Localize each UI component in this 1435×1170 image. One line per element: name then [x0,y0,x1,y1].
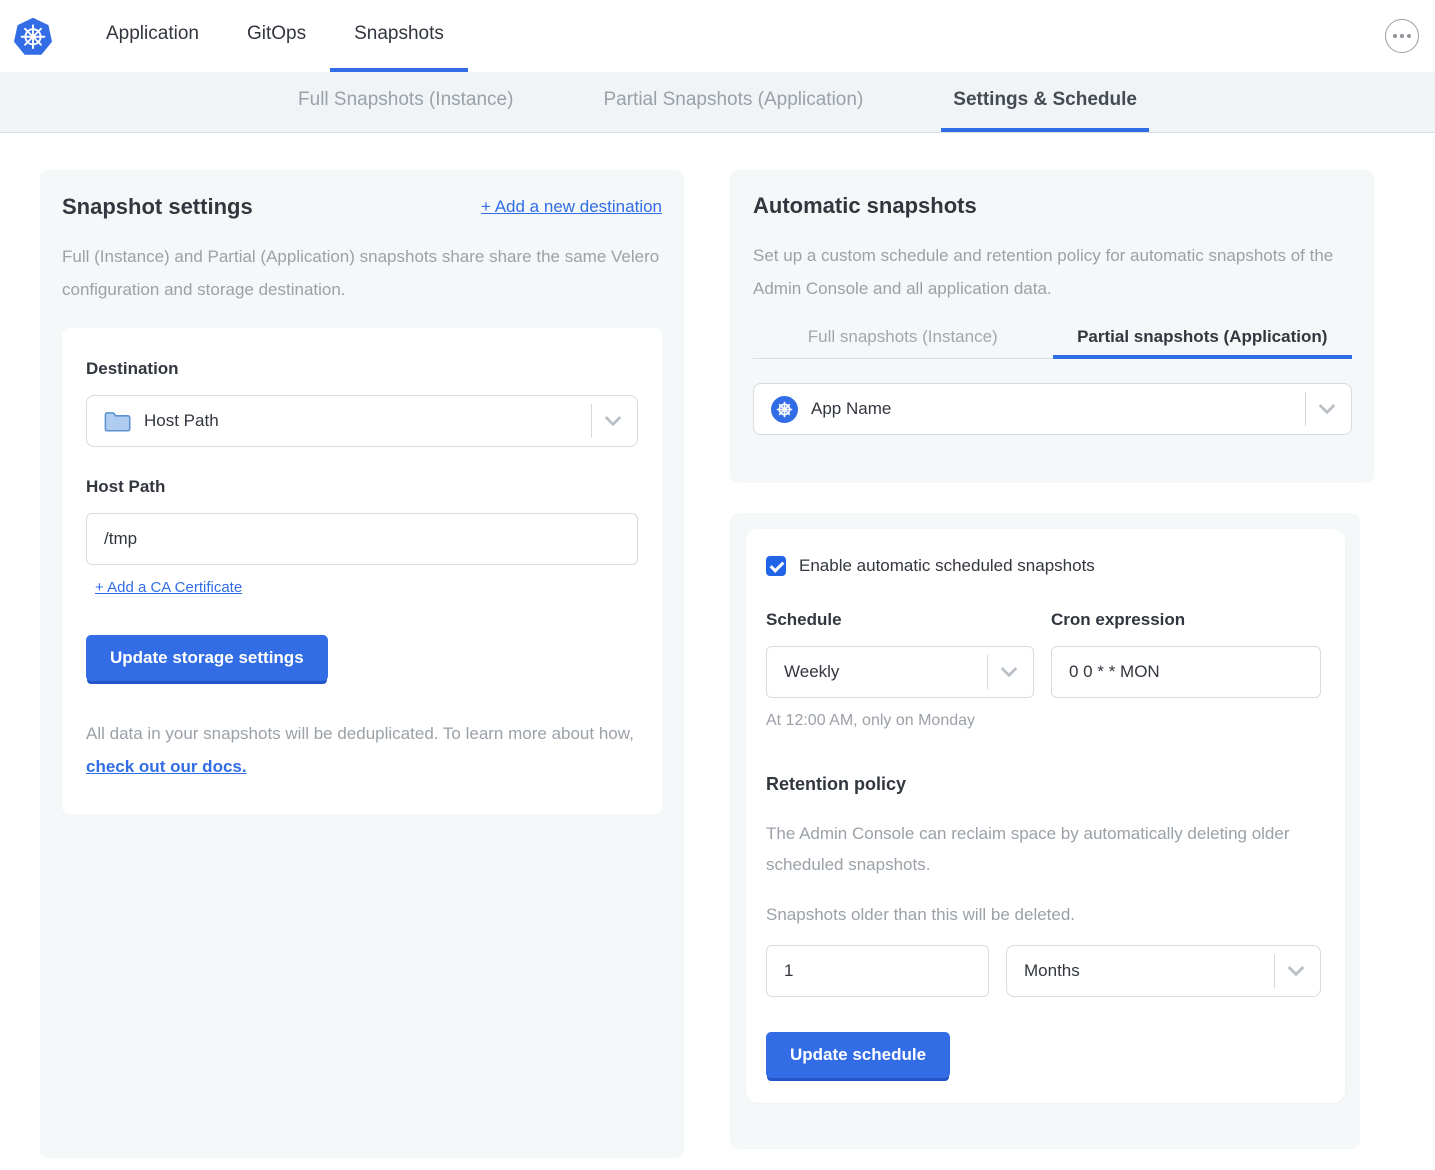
chevron-down-icon [605,410,622,427]
tab-partial-snapshots[interactable]: Partial Snapshots (Application) [591,72,875,132]
schedule-outer-card: Enable automatic scheduled snapshots Sch… [730,513,1360,1149]
top-nav: Application GitOps Snapshots [82,0,468,72]
snapshot-settings-title: Snapshot settings [62,194,253,220]
schedule-panel: Enable automatic scheduled snapshots Sch… [746,529,1345,1103]
automatic-snapshots-title: Automatic snapshots [753,193,1352,219]
enable-snapshots-label[interactable]: Enable automatic scheduled snapshots [799,556,1095,576]
chevron-down-icon [1288,960,1305,977]
retention-hint: Snapshots older than this will be delete… [766,905,1322,925]
retention-unit-select[interactable]: Months [1006,945,1321,997]
cron-readable-text: At 12:00 AM, only on Monday [766,712,1322,730]
main-content: Snapshot settings + Add a new destinatio… [0,133,1435,1158]
app-select[interactable]: App Name [753,383,1352,435]
tab-full-snapshots-instance[interactable]: Full snapshots (Instance) [753,327,1053,359]
kubernetes-app-icon [771,396,798,423]
nav-snapshots[interactable]: Snapshots [330,0,468,72]
update-storage-settings-button[interactable]: Update storage settings [86,635,328,681]
destination-select[interactable]: Host Path [86,395,638,447]
retention-policy-title: Retention policy [766,774,1322,795]
enable-snapshots-checkbox[interactable] [766,556,786,576]
top-header: Application GitOps Snapshots [0,0,1435,72]
add-new-destination-link[interactable]: + Add a new destination [481,197,662,217]
snapshot-settings-description: Full (Instance) and Partial (Application… [62,240,662,306]
dedupe-note: All data in your snapshots will be dedup… [86,717,638,783]
app-select-value: App Name [811,399,891,419]
tab-settings-schedule[interactable]: Settings & Schedule [941,72,1149,132]
nav-application[interactable]: Application [82,0,223,72]
select-divider [987,655,988,689]
cron-expression-input[interactable] [1051,646,1321,698]
tab-full-snapshots[interactable]: Full Snapshots (Instance) [286,72,525,132]
ellipsis-icon [1393,34,1397,38]
add-ca-certificate-link[interactable]: + Add a CA Certificate [95,579,242,596]
retention-count-input[interactable] [766,945,989,997]
kubernetes-logo [14,17,52,55]
schedule-label: Schedule [766,610,1034,630]
folder-icon [104,410,131,432]
docs-link[interactable]: check out our docs. [86,757,247,776]
select-divider [1305,392,1306,426]
storage-settings-panel: Destination Host Path Host Path + Add a … [62,328,662,813]
snapshot-settings-card: Snapshot settings + Add a new destinatio… [40,170,684,1158]
nav-gitops[interactable]: GitOps [223,0,330,72]
more-menu-button[interactable] [1385,19,1419,53]
chevron-down-icon [1001,661,1018,678]
select-divider [1274,954,1275,988]
automatic-snapshots-description: Set up a custom schedule and retention p… [753,239,1352,305]
cron-expression-label: Cron expression [1051,610,1321,630]
host-path-label: Host Path [86,477,638,497]
host-path-input[interactable] [86,513,638,565]
retention-policy-description: The Admin Console can reclaim space by a… [766,819,1322,880]
select-divider [591,404,592,438]
schedule-interval-value: Weekly [784,662,839,682]
schedule-interval-select[interactable]: Weekly [766,646,1034,698]
snapshot-type-tabs: Full snapshots (Instance) Partial snapsh… [753,327,1352,359]
right-column: Automatic snapshots Set up a custom sche… [730,170,1374,1158]
destination-label: Destination [86,359,638,379]
chevron-down-icon [1319,398,1336,415]
retention-unit-value: Months [1024,961,1080,981]
destination-select-value: Host Path [144,411,219,431]
tab-partial-snapshots-application[interactable]: Partial snapshots (Application) [1053,327,1353,359]
update-schedule-button[interactable]: Update schedule [766,1032,950,1078]
snapshots-subnav: Full Snapshots (Instance) Partial Snapsh… [0,72,1435,133]
automatic-snapshots-card: Automatic snapshots Set up a custom sche… [730,170,1374,483]
